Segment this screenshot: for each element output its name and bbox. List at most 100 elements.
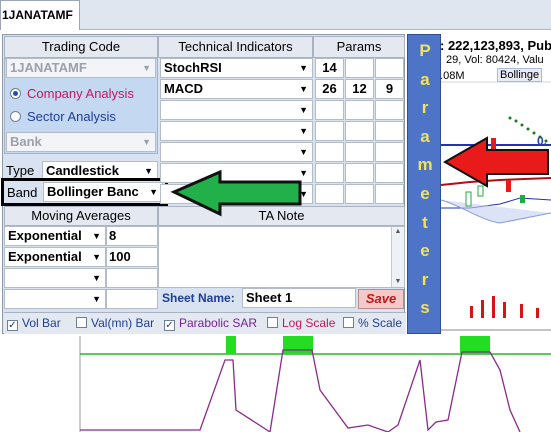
- checkbox-log-scale[interactable]: Log Scale: [267, 316, 335, 330]
- checkbox-parabolic-sar[interactable]: ✓ Parabolic SAR: [164, 316, 257, 331]
- ma-period-input-3[interactable]: [106, 268, 158, 288]
- stock-info-line2: 29, Vol: 80424, Valu: [446, 54, 544, 66]
- checkbox--scale[interactable]: % Scale: [343, 316, 402, 330]
- indicator-param-input[interactable]: [375, 163, 404, 183]
- indicator-param-input[interactable]: [345, 163, 374, 183]
- band-select[interactable]: Bollinger Banc ▼: [43, 182, 163, 202]
- ta-note-textarea[interactable]: [158, 226, 405, 288]
- checkbox-checked-icon: ✓: [7, 320, 18, 331]
- chevron-down-icon: ▼: [92, 252, 101, 262]
- type-label: Type: [6, 163, 35, 178]
- ma-type-select-4[interactable]: ▼: [4, 289, 106, 309]
- chevron-down-icon: ▼: [92, 294, 101, 304]
- save-button[interactable]: Save: [358, 289, 404, 309]
- ma-type-select-1[interactable]: Exponential ▼: [4, 226, 106, 246]
- parameters-letter: t: [422, 212, 428, 232]
- indicator-param-input[interactable]: [375, 184, 404, 204]
- band-value: Bollinger Banc: [47, 184, 139, 199]
- bollinger-lower: [440, 199, 551, 224]
- checkbox-unchecked-icon: [343, 317, 354, 328]
- sector-analysis-radio[interactable]: Sector Analysis: [10, 109, 116, 124]
- indicator-param-input[interactable]: [315, 142, 344, 162]
- band-label: Band: [7, 185, 38, 200]
- indicator-param-input[interactable]: [315, 121, 344, 141]
- indicator-param-input[interactable]: [375, 58, 404, 78]
- ma-period-input-4[interactable]: [106, 289, 158, 309]
- stock-info-line1: : 222,123,893, Pub: [440, 38, 551, 53]
- chevron-down-icon: ▼: [299, 126, 308, 136]
- ma-type-value: Exponential: [8, 249, 82, 264]
- scroll-down-icon: ▼: [394, 278, 402, 285]
- header-trading-code: Trading Code: [4, 36, 158, 58]
- candle: [465, 191, 472, 207]
- ma-type-select-2[interactable]: Exponential ▼: [4, 247, 106, 267]
- ma-period-input-1[interactable]: 8: [106, 226, 158, 246]
- checkbox-label: % Scale: [358, 316, 403, 330]
- indicator-param-input[interactable]: [345, 121, 374, 141]
- indicator-select-3[interactable]: ▼: [160, 100, 313, 120]
- company-analysis-label: Company Analysis: [27, 86, 134, 101]
- parameters-letter: e: [420, 184, 430, 203]
- ma-type-select-3[interactable]: ▼: [4, 268, 106, 288]
- indicator-select-1[interactable]: StochRSI ▼: [160, 58, 313, 78]
- sheet-name-input[interactable]: Sheet 1: [242, 288, 356, 308]
- checkbox-label: Val(mn) Bar: [91, 316, 155, 330]
- ma-type-value: Exponential: [8, 228, 82, 243]
- checkbox-val-mn-bar[interactable]: Val(mn) Bar: [76, 316, 154, 330]
- indicator-param-input[interactable]: [315, 163, 344, 183]
- checkbox-label: Vol Bar: [22, 316, 61, 330]
- chevron-down-icon: ▼: [92, 273, 101, 283]
- bollinger-legend: Bollinge: [497, 68, 543, 82]
- indicator-param-input[interactable]: [375, 100, 404, 120]
- indicator-param-input[interactable]: [315, 184, 344, 204]
- header-params: Params: [313, 36, 405, 58]
- checkbox-checked-icon: ✓: [164, 320, 175, 331]
- ta-note-scrollbar[interactable]: ▲ ▼: [391, 227, 404, 287]
- indicator-param-input[interactable]: [375, 142, 404, 162]
- indicator-param-input[interactable]: 12: [345, 79, 374, 99]
- indicator-param-input[interactable]: [315, 100, 344, 120]
- indicator-value: MACD: [164, 81, 203, 96]
- red-arrow-icon: [442, 136, 549, 188]
- parameters-letter: s: [420, 298, 430, 318]
- indicator-param-input[interactable]: 14: [315, 58, 344, 78]
- parameters-letter: r: [421, 98, 429, 118]
- checkbox-label: Log Scale: [282, 316, 336, 330]
- indicator-param-input[interactable]: 9: [375, 79, 404, 99]
- sector-value: Bank: [10, 134, 42, 149]
- company-analysis-radio[interactable]: Company Analysis: [10, 86, 134, 101]
- checkbox-unchecked-icon: [76, 317, 87, 328]
- chevron-down-icon: ▼: [299, 63, 308, 73]
- indicator-param-input[interactable]: [345, 142, 374, 162]
- sector-select[interactable]: Bank ▼: [6, 132, 156, 152]
- green-arrow-icon: [170, 169, 302, 217]
- green-arrow-annotation: [170, 169, 302, 217]
- overbought-fill: [226, 336, 490, 354]
- chevron-down-icon: ▼: [92, 231, 101, 241]
- trading-code-select[interactable]: 1JANATAMF ▼: [6, 58, 156, 78]
- parameters-letter: m: [417, 155, 433, 175]
- indicator-select-4[interactable]: ▼: [160, 121, 313, 141]
- indicator-select-5[interactable]: ▼: [160, 142, 313, 162]
- parameters-letter: e: [420, 241, 430, 261]
- checkbox-unchecked-icon: [267, 317, 278, 328]
- checkbox-label: Parabolic SAR: [179, 316, 258, 330]
- indicator-param-input[interactable]: [375, 121, 404, 141]
- checkbox-vol-bar[interactable]: ✓ Vol Bar: [7, 316, 61, 331]
- ma-period-input-2[interactable]: 100: [106, 247, 158, 267]
- tab-stock[interactable]: 1JANATAMF: [0, 0, 80, 30]
- chevron-down-icon: ▼: [299, 105, 308, 115]
- indicator-param-input[interactable]: [345, 58, 374, 78]
- trading-code-value: 1JANATAMF: [10, 60, 87, 75]
- indicator-param-input[interactable]: [345, 184, 374, 204]
- indicator-param-input[interactable]: [345, 100, 374, 120]
- header-technical-indicators: Technical Indicators: [158, 36, 313, 58]
- volume-bars: [470, 296, 539, 318]
- candle: [520, 195, 525, 203]
- indicator-param-input[interactable]: 26: [315, 79, 344, 99]
- indicator-select-2[interactable]: MACD ▼: [160, 79, 313, 99]
- parameters-toggle[interactable]: Parameters: [407, 34, 441, 334]
- scroll-up-icon: ▲: [394, 228, 402, 235]
- parameters-letter: a: [420, 69, 430, 89]
- sector-analysis-label: Sector Analysis: [27, 109, 116, 124]
